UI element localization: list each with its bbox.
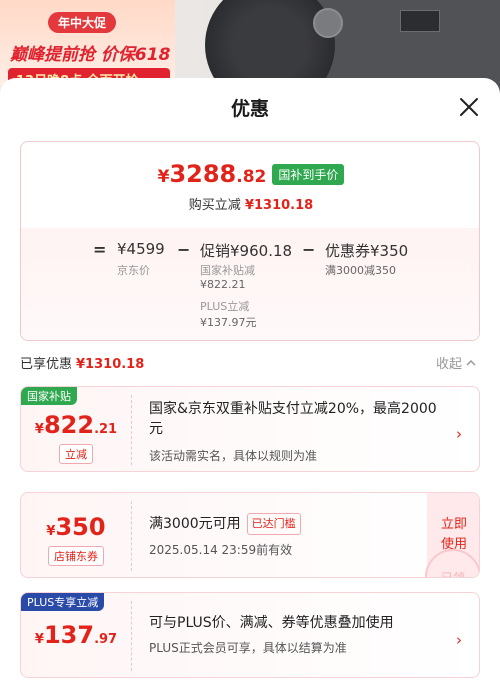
chevron-up-icon [466, 359, 476, 366]
card-description: 满3000元可用 已达门槛 [149, 513, 301, 535]
enjoyed-discount: 已享优惠 ¥1310.18 [20, 353, 144, 372]
card-description: 可与PLUS价、满减、券等优惠叠加使用 [149, 615, 394, 631]
card-amount: ¥822.21 [34, 411, 118, 439]
washing-machine-panel [400, 10, 440, 32]
promo-amount: 促销¥960.18 [200, 242, 293, 260]
close-icon[interactable] [458, 96, 480, 118]
minus-sign: − [177, 240, 191, 259]
buy-save-row: 购买立减 ¥1310.18 [21, 194, 479, 213]
jd-price-label: 京东价 [117, 264, 150, 277]
card-note: PLUS正式会员可享，具体以结算为准 [149, 641, 347, 655]
card-corner-badge: 国家补贴 [21, 387, 77, 405]
plus-value: ¥137.97元 [200, 316, 257, 329]
coupon-card-gov-subsidy[interactable]: 国家补贴 ¥822.21 立减 国家&京东双重补贴支付立减20%，最高2000元… [20, 386, 480, 472]
coupon-rule: 满3000减350 [325, 264, 396, 277]
promo-pill: 年中大促 [48, 12, 117, 33]
gov-subsidy-value: ¥822.21 [200, 278, 246, 291]
gov-subsidy-label: 国家补贴减 [200, 264, 255, 277]
coupon-card-store[interactable]: ¥350 店铺东券 满3000元可用 已达门槛 2025.05.14 23:59前… [20, 492, 480, 578]
price-summary-card: ¥3288.82 国补到手价 购买立减 ¥1310.18 = ¥4599 京东价 … [20, 141, 480, 341]
discount-sheet: 优惠 ¥3288.82 国补到手价 购买立减 ¥1310.18 = ¥4599 京… [0, 78, 500, 695]
final-price-row: ¥3288.82 国补到手价 [21, 160, 479, 188]
coupon-amount: 优惠券¥350 [325, 242, 409, 260]
coupon-card-plus[interactable]: PLUS专享立减 ¥137.97 可与PLUS价、满减、券等优惠叠加使用 PLU… [20, 592, 480, 678]
equals-sign: = [93, 240, 107, 259]
promo-slogan: 巅峰提前抢 价保618 [10, 45, 171, 65]
card-note: 2025.05.14 23:59前有效 [149, 543, 293, 557]
threshold-reached-tag: 已达门槛 [246, 513, 301, 535]
minus-sign: − [302, 240, 316, 259]
card-corner-badge: PLUS专享立减 [21, 593, 105, 611]
card-divider [131, 501, 132, 571]
card-chip: 店铺东券 [21, 545, 131, 566]
plus-label: PLUS立减 [200, 300, 250, 313]
card-divider [131, 601, 132, 671]
promo-banner: 年中大促 巅峰提前抢 价保618 13日晚8点 全面开抢 [0, 0, 175, 91]
collapse-label: 收起 [436, 357, 463, 372]
collapse-toggle[interactable]: 收起 [436, 353, 476, 372]
card-chip: 立减 [21, 443, 131, 464]
buy-save-value: ¥1310.18 [244, 198, 314, 213]
chevron-right-icon[interactable]: › [456, 631, 462, 649]
card-note: 该活动需实名，具体以规则为准 [149, 449, 318, 463]
final-price: ¥3288.82 [157, 160, 267, 188]
card-divider [131, 395, 132, 465]
jd-price-value: ¥4599 [117, 240, 165, 258]
card-amount: ¥137.97 [34, 621, 118, 649]
card-amount: ¥350 [46, 513, 106, 541]
card-description: 国家&京东双重补贴支付立减20%，最高2000元 [149, 401, 437, 437]
washing-machine-knob [313, 8, 343, 38]
sheet-title: 优惠 [230, 98, 269, 120]
enjoyed-label: 已享优惠 [20, 357, 73, 372]
buy-save-label: 购买立减 [188, 198, 241, 213]
chevron-right-icon[interactable]: › [456, 425, 462, 443]
enjoyed-value: ¥1310.18 [76, 357, 145, 372]
final-price-tag: 国补到手价 [272, 163, 345, 185]
